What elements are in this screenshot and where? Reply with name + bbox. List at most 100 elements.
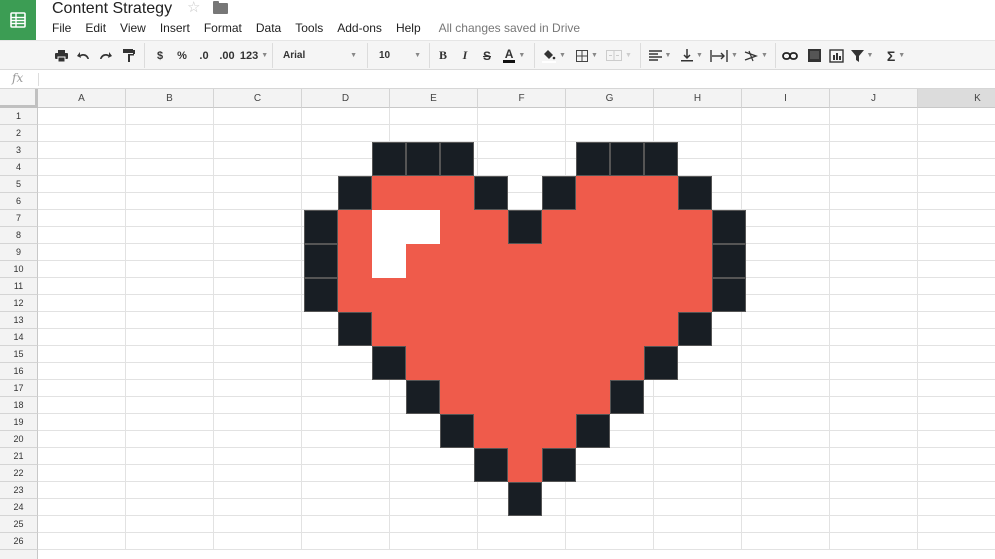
cell-J7[interactable]	[830, 210, 918, 227]
cell-J2[interactable]	[830, 125, 918, 142]
cell-K2[interactable]	[918, 125, 995, 142]
cell-I22[interactable]	[742, 465, 830, 482]
cell-A24[interactable]	[38, 499, 126, 516]
cell-I6[interactable]	[742, 193, 830, 210]
cell-K5[interactable]	[918, 176, 995, 193]
row-header-3[interactable]: 3	[0, 142, 38, 159]
cell-F1[interactable]	[478, 108, 566, 125]
cell-J14[interactable]	[830, 329, 918, 346]
cell-K18[interactable]	[918, 397, 995, 414]
cell-K10[interactable]	[918, 261, 995, 278]
cell-A3[interactable]	[38, 142, 126, 159]
cell-K7[interactable]	[918, 210, 995, 227]
cell-J19[interactable]	[830, 414, 918, 431]
cell-I2[interactable]	[742, 125, 830, 142]
cell-F26[interactable]	[478, 533, 566, 550]
row-header-10[interactable]: 10	[0, 261, 38, 278]
cell-J24[interactable]	[830, 499, 918, 516]
menu-view[interactable]: View	[120, 20, 146, 36]
cell-B19[interactable]	[126, 414, 214, 431]
cell-A1[interactable]	[38, 108, 126, 125]
cell-I4[interactable]	[742, 159, 830, 176]
cell-K4[interactable]	[918, 159, 995, 176]
cell-I23[interactable]	[742, 482, 830, 499]
menu-tools[interactable]: Tools	[295, 20, 323, 36]
column-header-i[interactable]: I	[742, 89, 830, 108]
text-color-button[interactable]: A ▼	[500, 41, 528, 70]
cell-K25[interactable]	[918, 516, 995, 533]
cell-B8[interactable]	[126, 227, 214, 244]
cell-B21[interactable]	[126, 448, 214, 465]
row-header-22[interactable]: 22	[0, 465, 38, 482]
horizontal-align-button[interactable]: ▼	[646, 41, 674, 70]
menu-addons[interactable]: Add-ons	[337, 20, 382, 36]
row-header-2[interactable]: 2	[0, 125, 38, 142]
cell-H1[interactable]	[654, 108, 742, 125]
cell-J25[interactable]	[830, 516, 918, 533]
cell-J4[interactable]	[830, 159, 918, 176]
cell-K21[interactable]	[918, 448, 995, 465]
row-header-24[interactable]: 24	[0, 499, 38, 516]
cell-B13[interactable]	[126, 312, 214, 329]
cell-C14[interactable]	[214, 329, 302, 346]
cell-A8[interactable]	[38, 227, 126, 244]
column-header-g[interactable]: G	[566, 89, 654, 108]
cell-C2[interactable]	[214, 125, 302, 142]
cell-C21[interactable]	[214, 448, 302, 465]
cell-C6[interactable]	[214, 193, 302, 210]
cell-B25[interactable]	[126, 516, 214, 533]
cell-A10[interactable]	[38, 261, 126, 278]
cell-J3[interactable]	[830, 142, 918, 159]
cell-C22[interactable]	[214, 465, 302, 482]
cell-A9[interactable]	[38, 244, 126, 261]
format-currency-button[interactable]: $	[152, 41, 168, 70]
cell-G1[interactable]	[566, 108, 654, 125]
cell-K15[interactable]	[918, 346, 995, 363]
cell-J17[interactable]	[830, 380, 918, 397]
row-header-9[interactable]: 9	[0, 244, 38, 261]
cell-E25[interactable]	[390, 516, 478, 533]
cell-I9[interactable]	[742, 244, 830, 261]
cell-K8[interactable]	[918, 227, 995, 244]
decrease-decimal-button[interactable]: .0	[194, 41, 214, 70]
cell-B23[interactable]	[126, 482, 214, 499]
cell-I20[interactable]	[742, 431, 830, 448]
row-header-11[interactable]: 11	[0, 278, 38, 295]
cell-C15[interactable]	[214, 346, 302, 363]
cell-H25[interactable]	[654, 516, 742, 533]
row-header-14[interactable]: 14	[0, 329, 38, 346]
cell-B1[interactable]	[126, 108, 214, 125]
cell-D25[interactable]	[302, 516, 390, 533]
italic-button[interactable]: I	[457, 41, 473, 70]
cell-A17[interactable]	[38, 380, 126, 397]
row-header-7[interactable]: 7	[0, 210, 38, 227]
cell-B18[interactable]	[126, 397, 214, 414]
cell-K22[interactable]	[918, 465, 995, 482]
cell-J23[interactable]	[830, 482, 918, 499]
cell-D2[interactable]	[302, 125, 390, 142]
cell-A25[interactable]	[38, 516, 126, 533]
cell-B26[interactable]	[126, 533, 214, 550]
cell-C12[interactable]	[214, 295, 302, 312]
increase-decimal-button[interactable]: .00	[216, 41, 238, 70]
cell-C4[interactable]	[214, 159, 302, 176]
document-title[interactable]: Content Strategy	[52, 0, 172, 18]
cell-A12[interactable]	[38, 295, 126, 312]
cell-K26[interactable]	[918, 533, 995, 550]
cell-C9[interactable]	[214, 244, 302, 261]
cell-B22[interactable]	[126, 465, 214, 482]
cell-I5[interactable]	[742, 176, 830, 193]
cell-F25[interactable]	[478, 516, 566, 533]
row-header-20[interactable]: 20	[0, 431, 38, 448]
cell-C10[interactable]	[214, 261, 302, 278]
cell-C8[interactable]	[214, 227, 302, 244]
cell-J6[interactable]	[830, 193, 918, 210]
cell-B2[interactable]	[126, 125, 214, 142]
cell-C3[interactable]	[214, 142, 302, 159]
row-header-12[interactable]: 12	[0, 295, 38, 312]
cell-F2[interactable]	[478, 125, 566, 142]
cell-C18[interactable]	[214, 397, 302, 414]
font-family-dropdown[interactable]: Arial ▼	[277, 41, 363, 70]
cell-I13[interactable]	[742, 312, 830, 329]
cell-K14[interactable]	[918, 329, 995, 346]
